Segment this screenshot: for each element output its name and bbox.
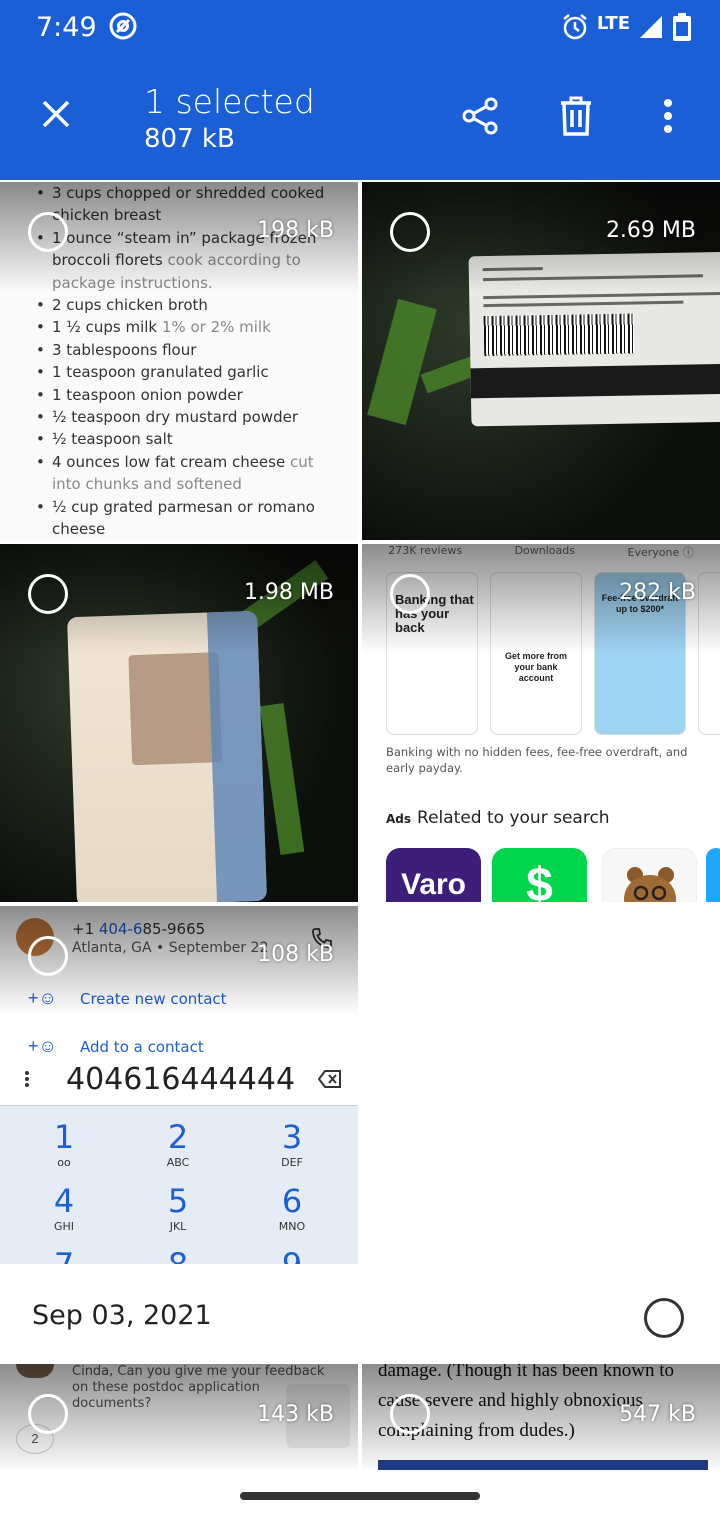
file-size: 143 kB xyxy=(257,1402,334,1427)
select-circle[interactable] xyxy=(28,574,68,614)
file-size: 2.69 MB xyxy=(605,218,696,243)
select-circle[interactable] xyxy=(390,212,430,252)
related-search-heading: Ads Related to your search xyxy=(386,808,610,828)
more-vert-icon xyxy=(664,99,672,133)
date-section-header: Sep 03, 2021 xyxy=(0,1264,720,1364)
dialpad-key: 2 ABC xyxy=(166,1118,190,1169)
at-sign-icon xyxy=(109,12,137,40)
recipe-item: ½ teaspoon salt xyxy=(36,428,336,451)
share-icon xyxy=(462,97,498,135)
recipe-item: 1 teaspoon granulated garlic xyxy=(36,361,336,384)
dialed-number: 404616444444 xyxy=(66,1062,296,1097)
file-size: 198 kB xyxy=(257,218,334,243)
bear-app-icon xyxy=(602,848,697,902)
recipe-item: ½ teaspoon dry mustard powder xyxy=(36,406,336,429)
avatar xyxy=(16,1364,54,1378)
close-selection-button[interactable] xyxy=(30,88,82,140)
dialpad-key: 1 oo xyxy=(53,1118,75,1169)
close-icon xyxy=(42,100,70,128)
photo-tile-email[interactable]: Cinda, Can you give me your feedback on … xyxy=(0,1364,358,1470)
add-person-icon: +☺ xyxy=(28,988,57,1008)
alarm-icon xyxy=(563,14,587,40)
dialpad-key: 4 GHI xyxy=(53,1182,75,1233)
select-circle[interactable] xyxy=(390,574,430,614)
dialpad: 404616444444 1 oo 2 ABC 3 DEF 4 GHI 5 JKL 6 MN… xyxy=(0,1052,358,1264)
dialpad-key: 7 xyxy=(34,1246,94,1264)
recipe-item: 3 tablespoons flour xyxy=(36,339,336,362)
dialpad-key: 3 DEF xyxy=(281,1118,303,1169)
network-type: LTE xyxy=(596,12,630,34)
photo-tile-recipe[interactable]: 3 cups chopped or shredded cooked chicke… xyxy=(0,182,358,540)
file-size: 547 kB xyxy=(619,1402,696,1427)
more-options-button[interactable] xyxy=(642,90,694,142)
caller-location: Atlanta, GA • September 22 xyxy=(72,940,269,956)
signal-icon xyxy=(640,16,662,38)
selection-app-bar: 1 selected 807 kB xyxy=(0,54,720,180)
recipe-item: 2 cups chicken broth xyxy=(36,294,336,317)
file-size: 1.98 MB xyxy=(243,580,334,605)
select-circle[interactable] xyxy=(28,936,68,976)
more-vert-icon xyxy=(25,1071,29,1087)
photo-tile-dialer[interactable]: +1 404-685-9665 Atlanta, GA • September … xyxy=(0,906,358,1264)
backspace-icon xyxy=(318,1070,341,1088)
status-indicators: LTE xyxy=(561,10,692,44)
dialpad-key: 9 xyxy=(262,1246,322,1264)
gallery-selection-screen: 7:49 LTE 1 selected 807 kB • 3 cups chop… xyxy=(0,0,720,1520)
recipe-item: 4 ounces low fat cream cheese cut into c… xyxy=(36,451,336,496)
status-bar: 7:49 LTE xyxy=(0,0,720,54)
bear-icon xyxy=(624,867,676,902)
dialpad-key: 8 xyxy=(148,1246,208,1264)
battery-icon xyxy=(673,13,691,41)
file-size: 108 kB xyxy=(257,942,334,967)
app-screenshot: Get more from your bank account xyxy=(490,572,582,735)
select-circle[interactable] xyxy=(28,1394,68,1434)
card-back-image xyxy=(468,251,720,427)
recipe-item: 1 teaspoon onion powder xyxy=(36,384,336,407)
caller-number: +1 404-685-9665 xyxy=(72,920,206,938)
partial-app-icon xyxy=(706,848,720,902)
create-contact-link: Create new contact xyxy=(80,990,227,1008)
dialpad-key: 5 JKL xyxy=(167,1182,189,1233)
select-all-circle[interactable] xyxy=(644,1298,684,1338)
dialed-number-field: 404616444444 xyxy=(0,1052,358,1106)
file-size: 282 kB xyxy=(619,580,696,605)
delete-button[interactable] xyxy=(550,90,602,142)
photo-tile-id-card[interactable]: 1.98 MB xyxy=(0,544,358,902)
selected-count: 1 selected xyxy=(144,82,315,121)
select-circle[interactable] xyxy=(390,1394,430,1434)
id-card-image xyxy=(66,610,268,902)
trash-icon xyxy=(561,96,591,136)
cash-app-icon: $ xyxy=(492,848,587,902)
selected-size: 807 kB xyxy=(144,124,235,154)
share-button[interactable] xyxy=(454,90,506,142)
recipe-item: ½ cup grated parmesan or romano cheese xyxy=(36,496,336,540)
app-screenshot xyxy=(698,572,720,735)
photo-tile-card-back[interactable]: 2.69 MB xyxy=(362,182,720,540)
section-date: Sep 03, 2021 xyxy=(32,1300,212,1331)
store-stats: 273K reviews Downloads Everyone ⓘ xyxy=(388,544,694,559)
app-description: Banking with no hidden fees, fee-free ov… xyxy=(386,745,688,775)
dialpad-key: 6 MNO xyxy=(278,1182,306,1233)
recipe-item: 1 ½ cups milk 1% or 2% milk xyxy=(36,316,336,339)
status-time: 7:49 xyxy=(36,12,97,43)
photo-tile-play-store[interactable]: 273K reviews Downloads Everyone ⓘ Bankin… xyxy=(362,544,720,902)
photo-tile-document[interactable]: damage. (Though it has been known to cau… xyxy=(362,1364,720,1470)
select-circle[interactable] xyxy=(28,212,68,252)
varo-app-icon: Varo xyxy=(386,848,481,902)
gesture-nav-handle[interactable] xyxy=(240,1492,480,1500)
